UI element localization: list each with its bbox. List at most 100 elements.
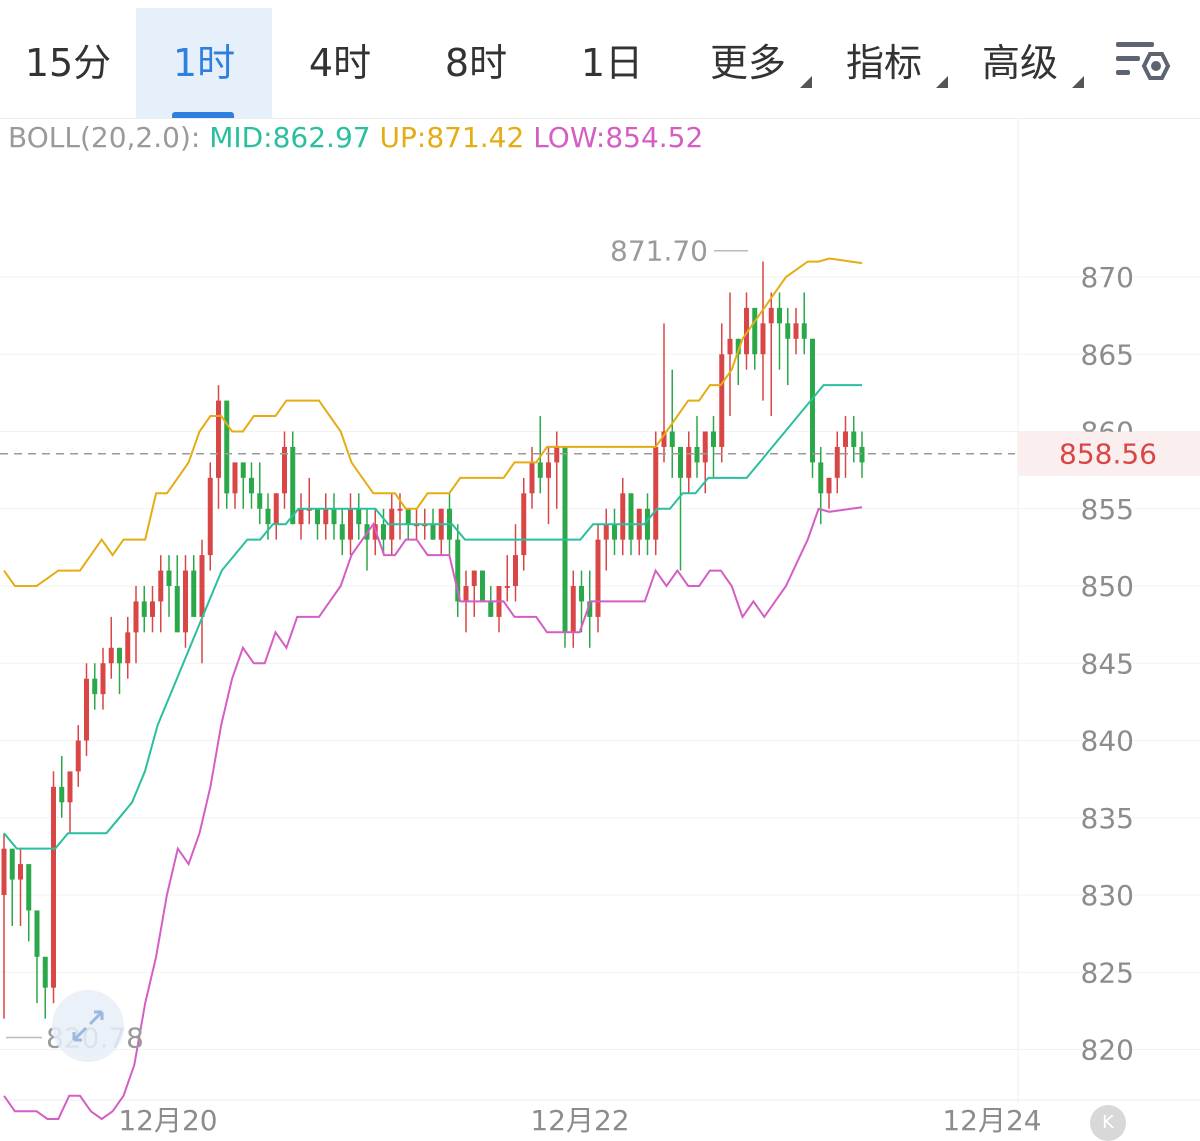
candle-body (488, 601, 494, 617)
candle-body (348, 508, 353, 540)
candle-body (298, 508, 304, 525)
candle-body (339, 524, 345, 540)
x-tick-label: 12月22 (530, 1104, 629, 1133)
candle-body (265, 508, 271, 525)
candle-body (18, 864, 23, 880)
candle-body (315, 508, 320, 525)
tab-advanced[interactable]: 高级 (962, 8, 1084, 118)
chart-settings-icon[interactable] (1112, 36, 1172, 92)
candle-body (92, 678, 98, 695)
candle-body (51, 786, 56, 988)
candle-body (620, 493, 626, 540)
candle-body (521, 493, 527, 556)
candle-body (612, 524, 617, 540)
candle-body (554, 446, 560, 463)
candle-body (249, 477, 254, 494)
candle-body (166, 570, 172, 586)
expand-arrows-icon (72, 1010, 104, 1042)
timeframe-tab-bar: 15分 1时 4时 8时 1日 更多 指标 高级 (0, 0, 1200, 119)
candle-body (75, 740, 81, 772)
candle-body (826, 477, 832, 494)
dropdown-caret-icon (936, 76, 948, 88)
tab-1hour[interactable]: 1时 (136, 8, 272, 118)
candle-body (719, 354, 725, 447)
candle-body (108, 647, 114, 664)
candle-body (760, 323, 766, 355)
candle-body (834, 446, 840, 478)
candle-body (100, 663, 106, 695)
current-price-label: 858.56 (1059, 438, 1157, 471)
candle-body (1, 848, 7, 895)
candle-body (224, 400, 230, 494)
candle-body (645, 508, 650, 540)
candle-body (26, 864, 32, 911)
candle-body (768, 307, 774, 324)
candle-body (801, 323, 807, 339)
candle-body (207, 477, 213, 556)
candle-body (471, 570, 477, 586)
candle-body (240, 462, 246, 478)
candle-body (579, 586, 584, 602)
tab-15min[interactable]: 15分 (0, 8, 136, 118)
candle-body (9, 848, 15, 880)
candle-body (480, 570, 485, 602)
high-price-annotation: 871.70 (610, 235, 708, 268)
candle-body (653, 446, 659, 540)
candle-body (843, 431, 848, 447)
candle-body (59, 786, 65, 803)
candle-body (199, 555, 205, 617)
expand-chart-button[interactable] (52, 990, 124, 1062)
y-tick-label: 870 (1081, 261, 1134, 294)
candle-body (777, 307, 782, 324)
candle-body (793, 323, 799, 339)
y-tick-label: 825 (1081, 956, 1134, 989)
candle-body (34, 910, 40, 957)
candle-body (381, 524, 386, 540)
candle-body (570, 586, 576, 633)
tab-indicators[interactable]: 指标 (826, 8, 948, 118)
candle-body (529, 462, 535, 494)
x-tick-label: 12月20 (118, 1104, 217, 1133)
candle-body (513, 555, 518, 586)
kline-toggle-button[interactable]: K (1090, 1105, 1126, 1141)
candle-body (603, 524, 609, 540)
candle-body (537, 462, 543, 478)
tab-1day[interactable]: 1日 (544, 8, 680, 118)
candle-body (678, 446, 683, 478)
y-tick-label: 850 (1081, 570, 1134, 603)
candle-body (628, 493, 634, 540)
tab-8hour[interactable]: 8时 (408, 8, 544, 118)
candle-body (702, 431, 708, 463)
tab-more[interactable]: 更多 (690, 8, 812, 118)
candle-body (216, 400, 221, 478)
candle-body (158, 570, 164, 602)
candle-body (125, 632, 131, 664)
candle-body (595, 539, 601, 617)
candle-body (191, 570, 197, 617)
candle-body (183, 570, 188, 633)
candle-body (356, 508, 362, 525)
candle-body (504, 586, 510, 588)
y-tick-label: 865 (1081, 338, 1134, 371)
boll-mid-band-line (3, 384, 862, 850)
candlestick-chart[interactable]: 87086586085585084584083583082582012月2012… (0, 118, 1200, 1133)
candle-body (397, 508, 403, 511)
y-tick-label: 840 (1081, 725, 1134, 758)
y-tick-label: 845 (1081, 647, 1134, 680)
candle-body (84, 678, 89, 741)
candle-body (42, 956, 48, 988)
candle-body (859, 446, 865, 463)
candle-body (323, 508, 329, 525)
tab-4hour[interactable]: 4时 (272, 8, 408, 118)
candle-body (405, 508, 411, 525)
x-tick-label: 12月24 (942, 1104, 1041, 1133)
candle-body (331, 508, 337, 525)
candle-body (546, 462, 551, 478)
candle-body (785, 323, 791, 339)
y-tick-label: 830 (1081, 879, 1134, 912)
candle-body (133, 601, 139, 633)
candle-body (257, 493, 263, 509)
candle-body (669, 431, 675, 447)
dropdown-caret-icon (1072, 76, 1084, 88)
candle-body (727, 338, 733, 355)
